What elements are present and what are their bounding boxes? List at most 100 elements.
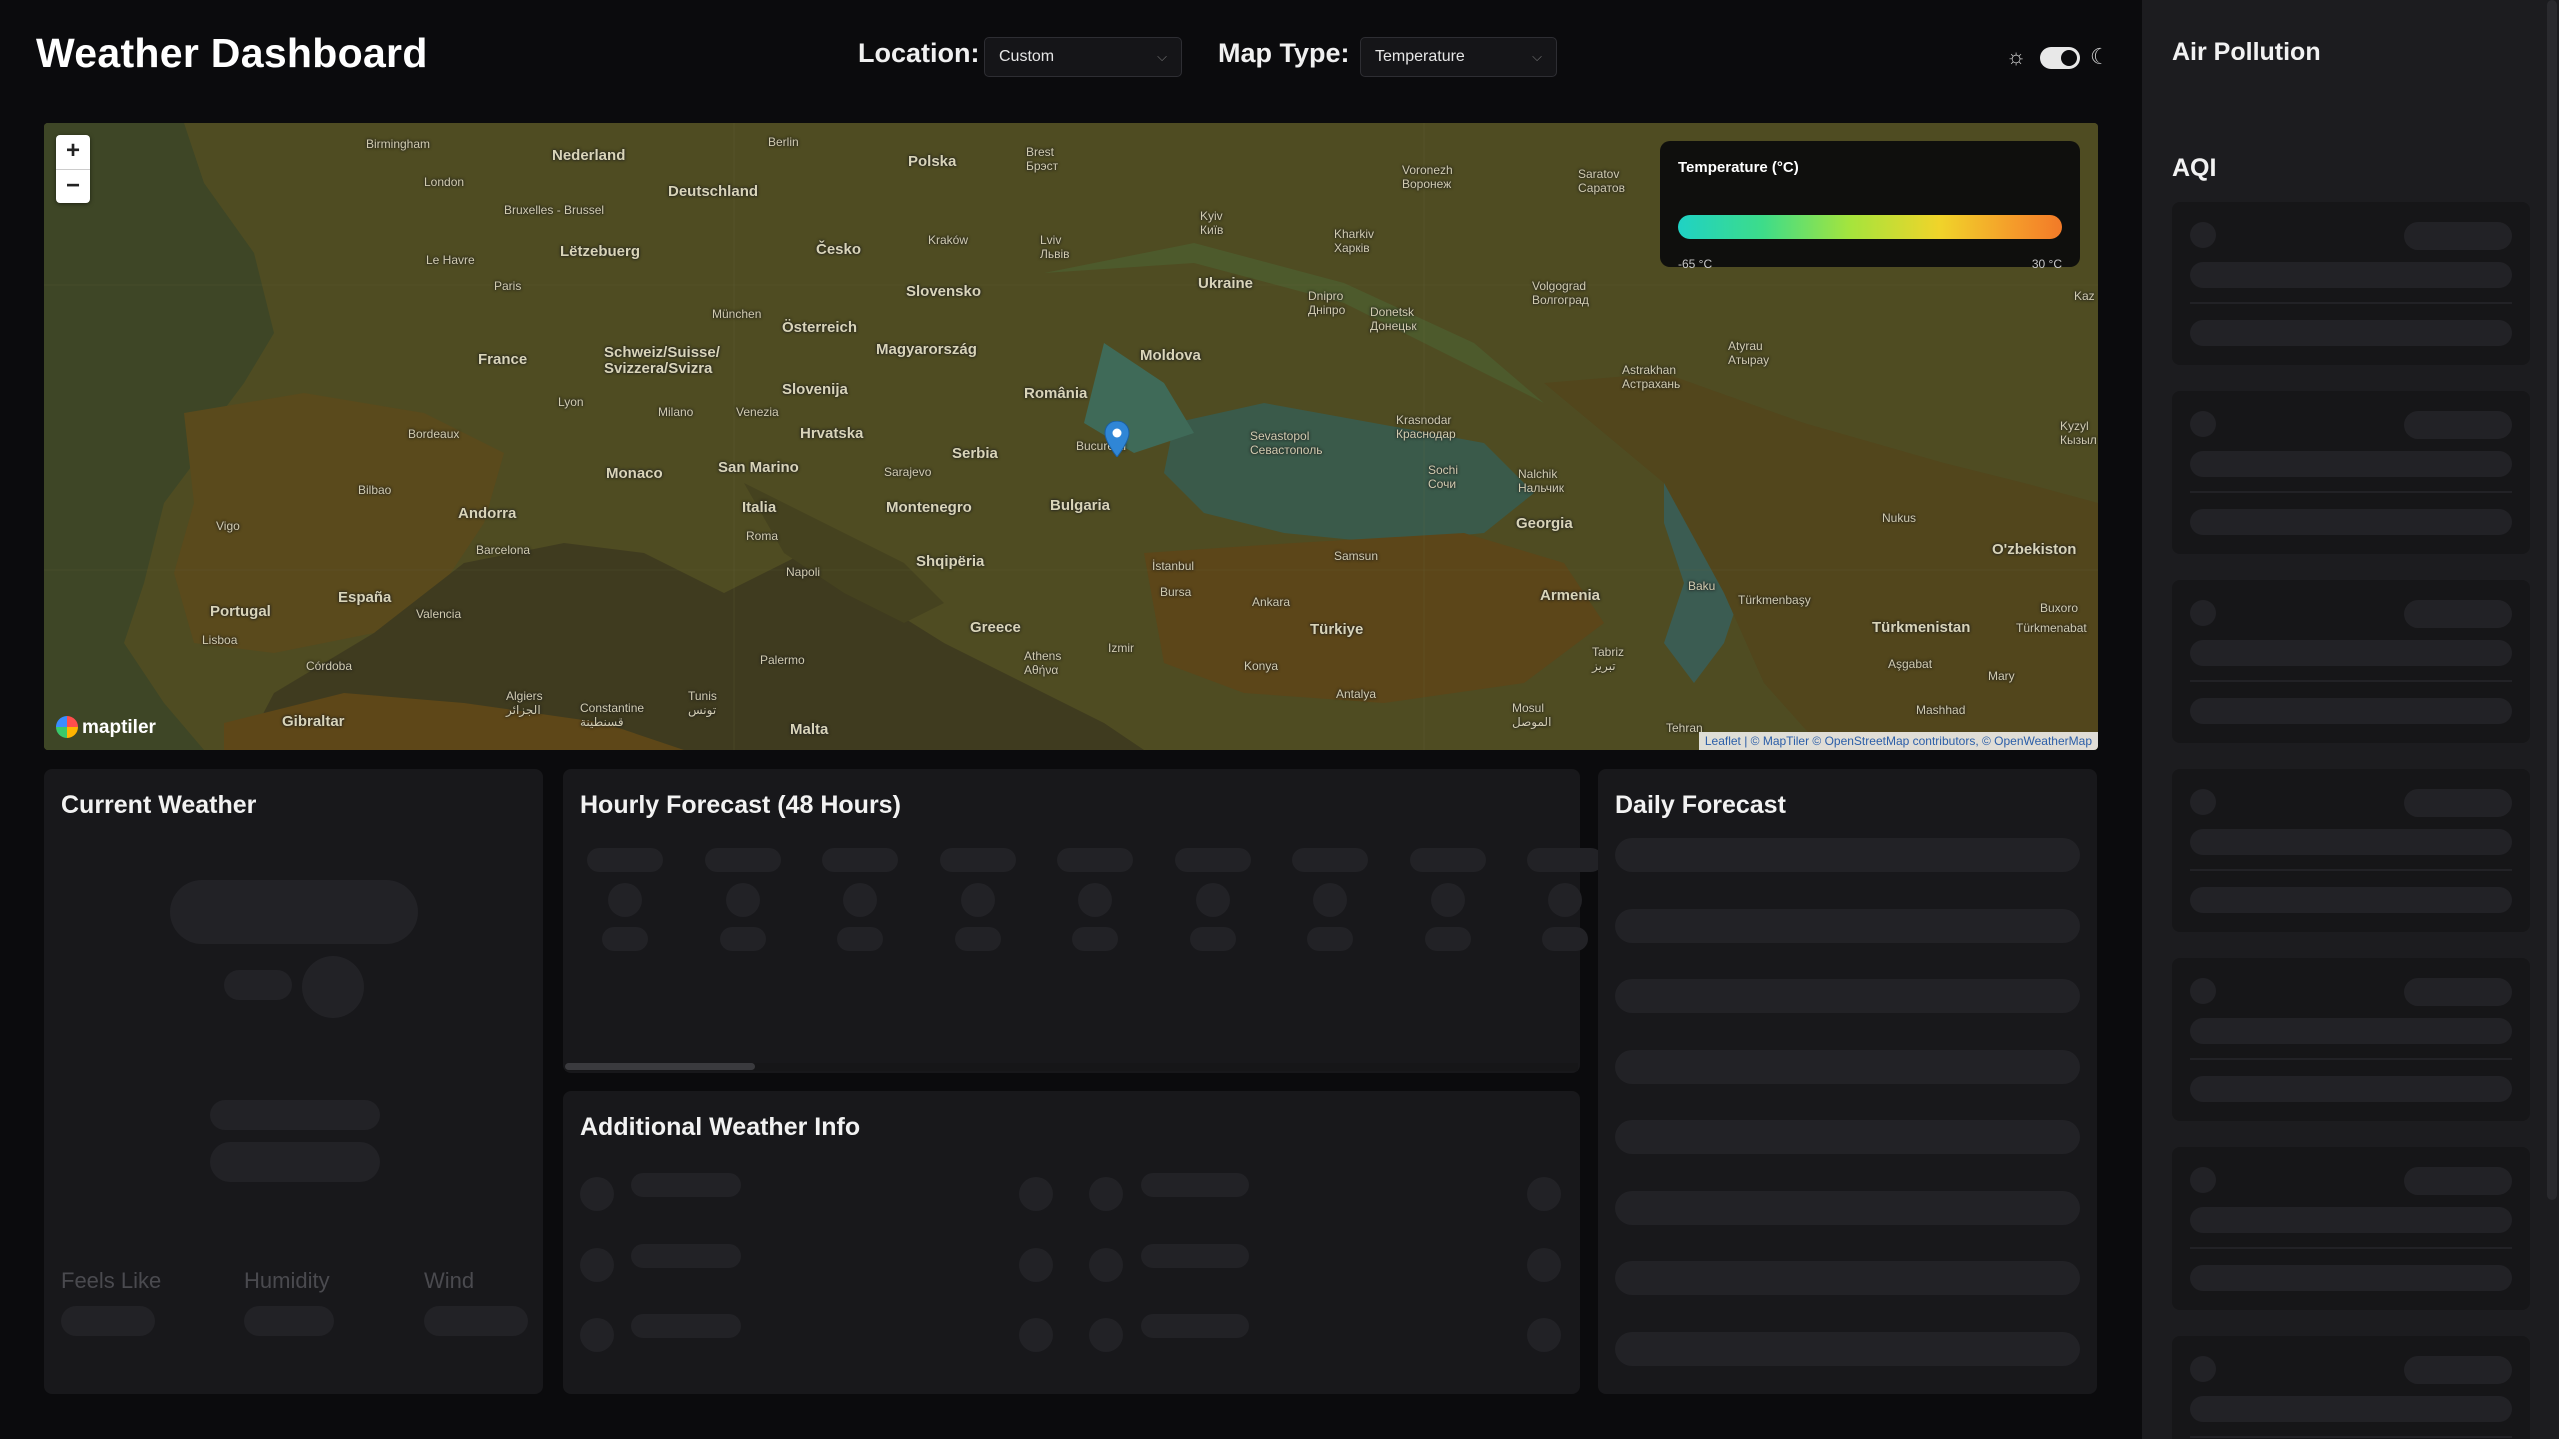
divider — [2190, 302, 2512, 304]
skeleton-placeholder — [2190, 698, 2512, 724]
skeleton-placeholder — [2190, 1396, 2512, 1422]
skeleton-placeholder — [725, 883, 760, 917]
theme-toggle[interactable]: ☼ ☾ — [2006, 44, 2118, 70]
skeleton-placeholder — [210, 1100, 380, 1130]
switch-knob — [2061, 50, 2077, 66]
skeleton-placeholder — [2404, 1356, 2512, 1384]
map-label: Kyiv Київ — [1200, 209, 1224, 237]
map-label: Buxoro — [2040, 601, 2079, 615]
skeleton-placeholder — [1174, 848, 1251, 872]
map-label: Sevastopol Севастополь — [1250, 429, 1323, 457]
skeleton-placeholder — [2190, 1076, 2512, 1102]
map-label: Astrakhan Астрахань — [1622, 363, 1681, 391]
legend-title: Temperature (°C) — [1678, 159, 1799, 176]
map-label: Sochi Сочи — [1428, 463, 1459, 491]
map-label: Nederland — [552, 147, 626, 164]
current-weather-card: Current Weather — [44, 769, 543, 1394]
map-label: Nukus — [1882, 511, 1917, 525]
skeleton-placeholder — [2404, 978, 2512, 1006]
skeleton-placeholder — [580, 1318, 614, 1352]
divider — [2190, 869, 2512, 871]
map-label: Nalchik Нальчик — [1518, 467, 1564, 495]
skeleton-placeholder — [2190, 640, 2512, 666]
skeleton-placeholder — [1527, 1177, 1561, 1211]
zoom-out-button[interactable]: − — [56, 169, 90, 203]
hourly-scrollbar-thumb[interactable] — [565, 1063, 755, 1070]
skeleton-placeholder — [1409, 848, 1486, 872]
map-label: London — [424, 175, 465, 189]
skeleton-placeholder — [1141, 1314, 1249, 1338]
additional-info-card: Additional Weather Info — [563, 1091, 1580, 1394]
map-label: Lviv Львів — [1040, 233, 1070, 261]
temperature-legend: Temperature (°C) -65 °C 30 °C — [1660, 141, 2080, 271]
location-marker-icon[interactable] — [1104, 421, 1130, 457]
zoom-control: + − — [56, 135, 90, 203]
skeleton-placeholder — [2190, 262, 2512, 288]
theme-switch[interactable] — [2040, 47, 2080, 69]
skeleton-placeholder — [424, 1306, 528, 1336]
map-label: Birmingham — [366, 137, 431, 151]
map-label: Kharkiv Харків — [1334, 227, 1375, 255]
skeleton-placeholder — [1527, 848, 1603, 872]
aqi-card — [2172, 580, 2530, 743]
skeleton-placeholder — [1527, 1248, 1561, 1282]
map-label: Slovenija — [782, 381, 848, 398]
maptiler-logo[interactable]: maptiler — [56, 715, 156, 741]
skeleton-placeholder — [2190, 1356, 2216, 1382]
skeleton-placeholder — [1089, 1248, 1123, 1282]
map-label: Georgia — [1516, 515, 1573, 532]
map-label: Tehran — [1666, 721, 1703, 735]
skeleton-placeholder — [1615, 838, 2080, 872]
map-label: Greece — [970, 619, 1021, 636]
map-label: Venezia — [736, 405, 779, 419]
map-label: Izmir — [1108, 641, 1134, 655]
skeleton-placeholder — [960, 883, 995, 917]
zoom-in-button[interactable]: + — [56, 135, 90, 169]
map-label: Türkmenbaşy — [1738, 593, 1811, 607]
map-label: Milano — [658, 405, 694, 419]
map-label: Antalya — [1336, 687, 1377, 701]
skeleton-placeholder — [837, 927, 883, 951]
panel-scrollbar[interactable] — [2547, 0, 2557, 1200]
map-label: Montenegro — [886, 499, 972, 516]
skeleton-placeholder — [580, 1248, 614, 1282]
skeleton-placeholder — [1307, 927, 1353, 951]
map-label: Samsun — [1334, 549, 1379, 563]
map-label: Córdoba — [306, 659, 353, 673]
map-attribution[interactable]: Leaflet | © MapTiler © OpenStreetMap con… — [1698, 732, 2098, 750]
map-type-select[interactable]: Temperature ⌵ — [1360, 37, 1557, 77]
skeleton-placeholder — [843, 883, 877, 917]
feels-like-label: Feels Like — [61, 1268, 162, 1293]
skeleton-placeholder — [2190, 978, 2216, 1004]
skeleton-placeholder — [2404, 222, 2512, 250]
map-label: Barcelona — [476, 543, 531, 557]
air-pollution-panel: Air Pollution AQI — [2142, 0, 2559, 1439]
map-label: Lisboa — [202, 633, 238, 647]
skeleton-placeholder — [2404, 600, 2512, 628]
skeleton-placeholder — [954, 927, 1001, 951]
map-label: Tabriz تبریز — [1592, 645, 1625, 673]
location-select[interactable]: Custom ⌵ — [984, 37, 1182, 77]
map-label: Magyarország — [876, 341, 977, 358]
skeleton-placeholder — [1019, 1248, 1053, 1282]
skeleton-placeholder — [1615, 1331, 2080, 1366]
skeleton-placeholder — [1141, 1173, 1249, 1197]
map-label: Schweiz/Suisse/ Svizzera/Svizra — [604, 344, 720, 377]
map-label: Brest Брэст — [1026, 145, 1059, 173]
map-label: Lyon — [558, 395, 584, 409]
weather-map[interactable]: Nederland Deutschland Polska Česko Slove… — [44, 123, 2098, 750]
map-label: Aşgabat — [1888, 657, 1933, 671]
map-label: Türkmenistan — [1872, 619, 1971, 636]
skeleton-placeholder — [1615, 1049, 2080, 1084]
map-label: Volgograd Волгоград — [1532, 279, 1589, 307]
skeleton-placeholder — [224, 970, 292, 1000]
skeleton-placeholder — [1078, 883, 1112, 917]
map-label: Serbia — [952, 445, 998, 462]
skeleton-placeholder — [1615, 908, 2080, 943]
map-label: Roma — [746, 529, 779, 543]
skeleton-placeholder — [2404, 411, 2512, 439]
map-label: Baku — [1688, 579, 1716, 593]
map-label: O'zbekiston — [1992, 541, 2077, 558]
maptiler-logo-icon — [56, 716, 78, 738]
map-label: Monaco — [606, 465, 663, 482]
